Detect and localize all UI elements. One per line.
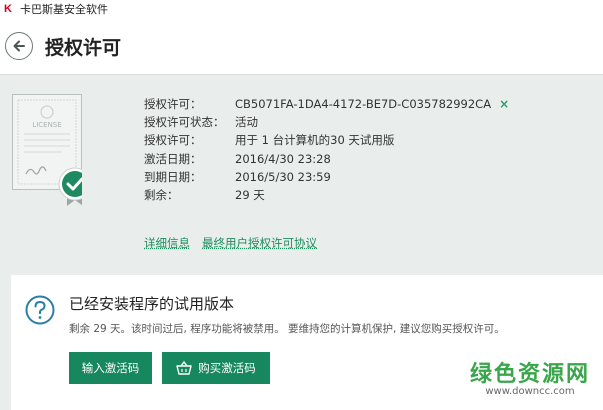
details-link[interactable]: 详细信息 — [144, 235, 190, 251]
question-icon — [25, 295, 55, 325]
remove-license-icon[interactable]: × — [499, 97, 509, 111]
shopping-basket-icon — [176, 361, 192, 375]
license-certificate-icon: LICENSE — [12, 94, 82, 206]
row-label: 授权许可： — [144, 133, 202, 148]
title-bar: K 卡巴斯基安全软件 — [0, 0, 603, 18]
row-label: 到期日期： — [144, 169, 202, 184]
row-label: 授权许可： — [144, 97, 202, 112]
expiration-date-row: 到期日期： 2016/5/30 23:59 — [144, 168, 509, 186]
license-info-table: 授权许可： CB5071FA-1DA4-4172-BE7D-C035782992… — [144, 95, 509, 204]
license-status-value: 活动 — [235, 115, 258, 130]
back-button[interactable] — [5, 32, 33, 60]
trial-panel-title: 已经安装程序的试用版本 — [69, 295, 235, 313]
expiration-date-value: 2016/5/30 23:59 — [235, 169, 331, 184]
remaining-days-row: 剩余： 29 天 — [144, 186, 509, 204]
enter-activation-code-button[interactable]: 输入激活码 — [69, 352, 152, 384]
license-status-row: 授权许可状态： 活动 — [144, 113, 509, 131]
buy-activation-code-label: 购买激活码 — [198, 363, 256, 375]
trial-panel-description: 剩余 29 天。该时间过后, 程序功能将被禁用。 要维持您的计算机保护, 建议您… — [69, 323, 505, 335]
app-title: 卡巴斯基安全软件 — [20, 3, 108, 16]
license-key-row: 授权许可： CB5071FA-1DA4-4172-BE7D-C035782992… — [144, 95, 509, 113]
license-links: 详细信息 最终用户授权许可协议 — [144, 235, 317, 251]
license-type-row: 授权许可： 用于 1 台计算机的30 天试用版 — [144, 131, 509, 149]
row-label: 激活日期： — [144, 151, 202, 166]
buy-activation-code-button[interactable]: 购买激活码 — [162, 352, 270, 384]
license-type-value: 用于 1 台计算机的30 天试用版 — [235, 133, 395, 148]
page-header: 授权许可 — [0, 18, 603, 74]
certificate-text: LICENSE — [32, 121, 61, 129]
watermark-text: 绿色资源网 — [469, 362, 590, 387]
activation-date-row: 激活日期： 2016/4/30 23:28 — [144, 150, 509, 168]
row-label: 剩余： — [144, 188, 179, 203]
enter-activation-code-label: 输入激活码 — [81, 363, 140, 375]
activation-date-value: 2016/4/30 23:28 — [235, 151, 331, 166]
license-details: LICENSE 授权许可： CB5071FA-1DA4-4172-BE7D-C0… — [0, 75, 603, 275]
eula-link[interactable]: 最终用户授权许可协议 — [202, 235, 317, 251]
page-title: 授权许可 — [45, 36, 122, 59]
license-key-value: CB5071FA-1DA4-4172-BE7D-C035782992CA × — [235, 97, 510, 112]
row-label: 授权许可状态： — [144, 115, 225, 130]
remaining-days-value: 29 天 — [235, 188, 265, 203]
kaspersky-logo-icon: K — [4, 3, 12, 15]
arrow-left-icon — [13, 40, 25, 52]
site-watermark: 绿色资源网 www.downcc.com — [466, 356, 594, 397]
